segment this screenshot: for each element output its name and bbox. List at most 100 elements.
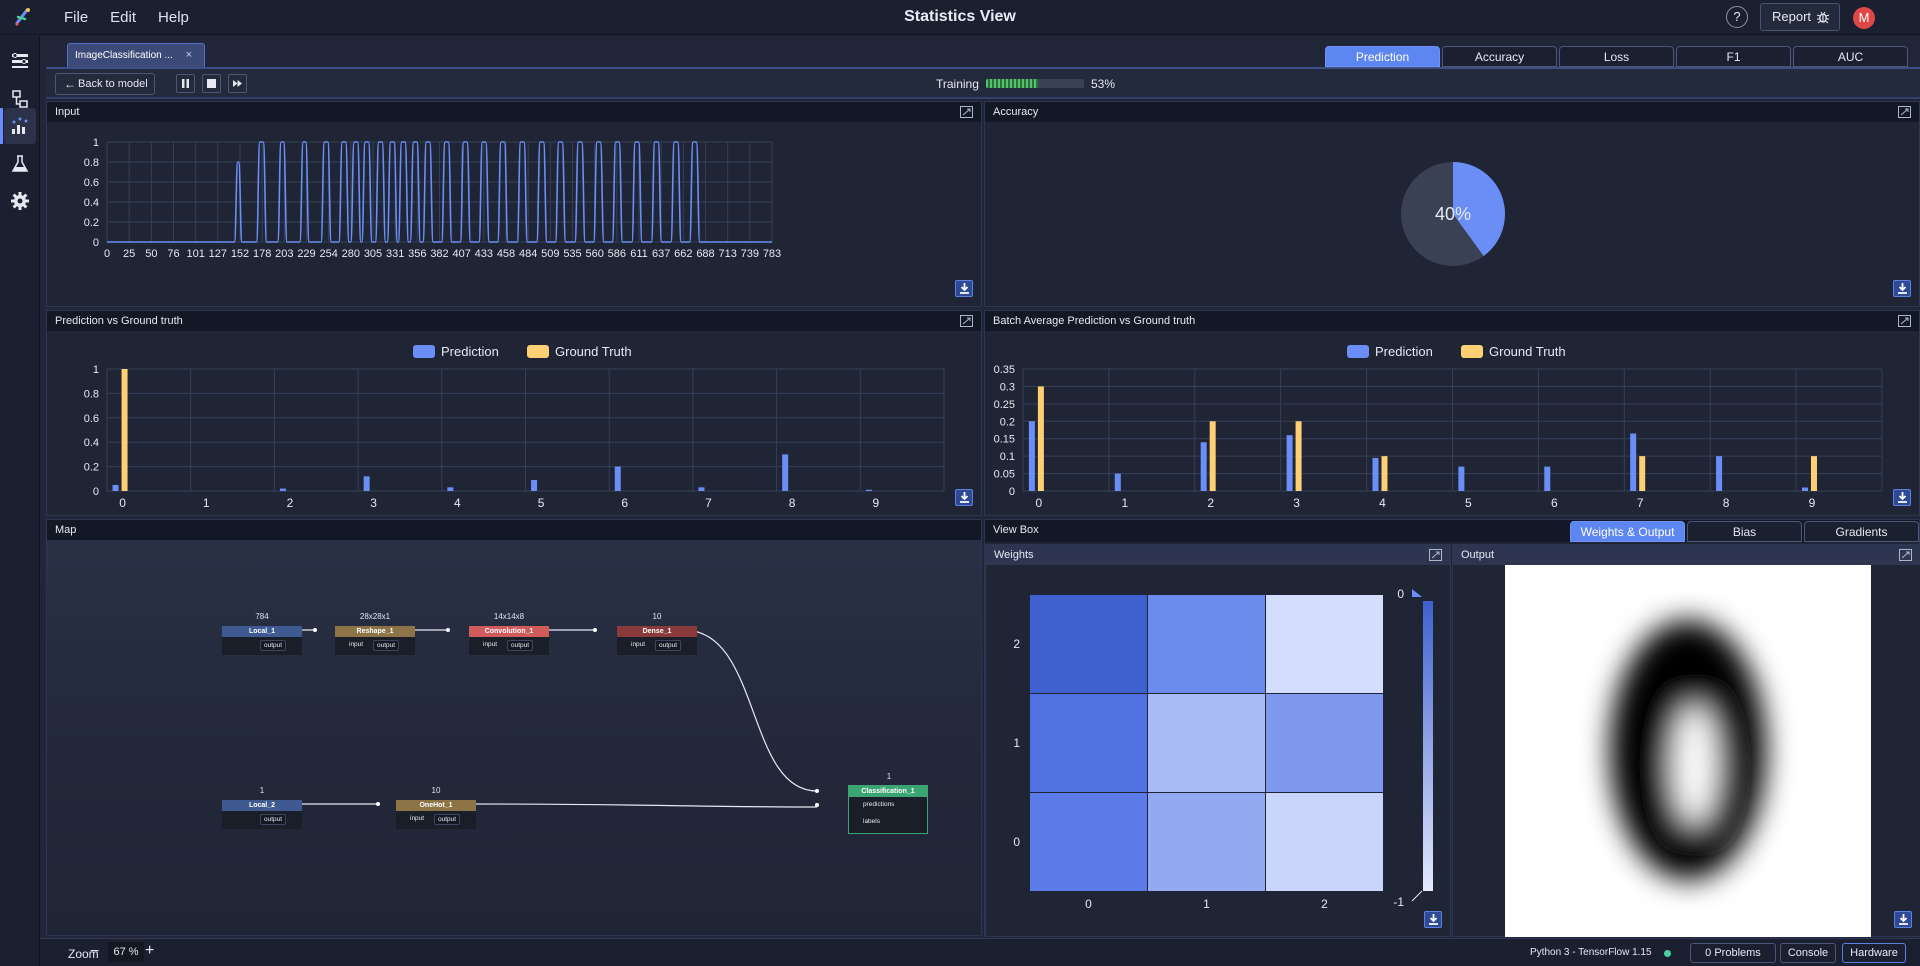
node-classification-1[interactable]: 1 Classification_1 predictions labels bbox=[848, 772, 928, 834]
pause-button[interactable] bbox=[176, 74, 195, 93]
model-graph-icon bbox=[12, 90, 28, 108]
port-predictions[interactable]: predictions bbox=[863, 801, 894, 808]
tab-accuracy[interactable]: Accuracy bbox=[1442, 46, 1557, 67]
zoom-in-button[interactable]: + bbox=[145, 942, 154, 960]
sidebar-item-settings[interactable] bbox=[4, 183, 36, 219]
panel-title-output: Output bbox=[1453, 545, 1920, 565]
sidebar-item-layers[interactable] bbox=[4, 43, 36, 79]
node-convolution-1[interactable]: 14x14x8 Convolution_1 input output bbox=[469, 612, 549, 655]
prediction-vs-ground-truth-panel: Prediction vs Ground truth 0 0.2 0.4 0.6 0.8… bbox=[46, 310, 982, 516]
y-tick-label: 0.05 bbox=[994, 469, 1015, 481]
tab-gradients[interactable]: Gradients bbox=[1804, 521, 1919, 542]
skip-button[interactable] bbox=[228, 74, 247, 93]
node-title: Local_2 bbox=[222, 800, 302, 811]
tab-image-classification[interactable]: ImageClassification ... × bbox=[67, 43, 205, 67]
help-button[interactable]: ? bbox=[1726, 6, 1748, 28]
back-to-model-button[interactable]: ← Back to model bbox=[55, 73, 155, 95]
port-input[interactable]: input bbox=[410, 815, 424, 822]
sidebar-item-test[interactable] bbox=[4, 146, 36, 182]
node-local-1[interactable]: 784 Local_1 output bbox=[222, 612, 302, 655]
tab-prediction[interactable]: Prediction bbox=[1325, 46, 1440, 67]
zoom-out-button[interactable]: − bbox=[90, 943, 99, 961]
bar-ground-truth bbox=[121, 369, 128, 491]
port-output[interactable]: output bbox=[507, 640, 534, 651]
download-button[interactable] bbox=[955, 280, 973, 297]
menu-help[interactable]: Help bbox=[158, 9, 189, 26]
heatmap-cell bbox=[1266, 595, 1383, 693]
port-output[interactable]: output bbox=[655, 640, 682, 651]
x-tick-label: 8 bbox=[789, 496, 796, 510]
port-labels[interactable]: labels bbox=[863, 818, 880, 825]
port-input[interactable]: input bbox=[631, 641, 645, 648]
tab-loss[interactable]: Loss bbox=[1559, 46, 1674, 67]
expand-icon[interactable] bbox=[960, 106, 973, 118]
bar-prediction bbox=[1286, 435, 1293, 491]
legend-swatch bbox=[413, 345, 435, 358]
node-reshape-1[interactable]: 28x28x1 Reshape_1 input output bbox=[335, 612, 415, 655]
input-panel: Input 0 25 50 76 101 127 152 178 203 229 254 280 305… bbox=[46, 101, 982, 307]
heatmap-cell bbox=[1266, 793, 1383, 891]
download-icon bbox=[1899, 914, 1908, 925]
menu-file[interactable]: File bbox=[64, 9, 88, 26]
bar-ground-truth bbox=[1209, 421, 1216, 491]
panel-title-accuracy: Accuracy bbox=[985, 102, 1919, 122]
y-tick-label: 0.2 bbox=[84, 462, 99, 474]
x-tick-label: 6 bbox=[621, 496, 628, 510]
close-icon[interactable]: × bbox=[186, 49, 192, 61]
tab-auc[interactable]: AUC bbox=[1793, 46, 1908, 67]
expand-icon[interactable] bbox=[1898, 106, 1911, 118]
node-dense-1[interactable]: 10 Dense_1 input output bbox=[617, 612, 697, 655]
x-tick-label: 4 bbox=[454, 496, 461, 510]
x-tick-label: 178 bbox=[253, 248, 271, 260]
node-dim: 28x28x1 bbox=[359, 612, 391, 621]
hardware-button[interactable]: Hardware bbox=[1842, 943, 1906, 963]
download-button[interactable] bbox=[1424, 911, 1442, 928]
link-onehot1-class1 bbox=[465, 803, 818, 808]
port-input[interactable]: input bbox=[349, 641, 363, 648]
download-button[interactable] bbox=[1893, 489, 1911, 506]
expand-icon[interactable] bbox=[960, 315, 973, 327]
sidebar-active-indicator bbox=[0, 108, 3, 144]
x-tick-label: 3 bbox=[370, 496, 377, 510]
avatar[interactable]: M bbox=[1853, 7, 1875, 29]
x-tick-label: 254 bbox=[319, 248, 337, 260]
expand-icon[interactable] bbox=[1429, 549, 1442, 561]
x-tick-label: 2 bbox=[1321, 897, 1328, 911]
tab-f1[interactable]: F1 bbox=[1676, 46, 1791, 67]
sidebar-item-statistics[interactable] bbox=[4, 108, 36, 144]
tab-weights-output[interactable]: Weights & Output bbox=[1570, 521, 1685, 542]
x-tick-label: 688 bbox=[696, 248, 714, 260]
expand-icon[interactable] bbox=[1899, 549, 1912, 561]
port-output[interactable]: output bbox=[260, 814, 287, 825]
download-button[interactable] bbox=[1894, 911, 1912, 928]
menu-edit[interactable]: Edit bbox=[110, 9, 136, 26]
training-progress-fill bbox=[986, 79, 1038, 88]
report-button[interactable]: Report bbox=[1760, 3, 1840, 31]
x-tick-label: 586 bbox=[608, 248, 626, 260]
download-button[interactable] bbox=[1893, 280, 1911, 297]
stop-button[interactable] bbox=[202, 74, 221, 93]
bar-prediction bbox=[531, 480, 538, 491]
zoom-value[interactable]: 67 % bbox=[108, 942, 144, 962]
port-output[interactable]: output bbox=[434, 814, 461, 825]
port-input[interactable]: input bbox=[483, 641, 497, 648]
map-connections bbox=[267, 628, 819, 808]
expand-icon[interactable] bbox=[1898, 315, 1911, 327]
tab-bias[interactable]: Bias bbox=[1687, 521, 1802, 542]
console-button[interactable]: Console bbox=[1780, 943, 1836, 963]
port-output[interactable]: output bbox=[260, 640, 287, 651]
node-local-2[interactable]: 1 Local_2 output bbox=[222, 786, 302, 829]
training-percent: 53% bbox=[1091, 77, 1116, 91]
node-onehot-1[interactable]: 10 OneHot_1 input output bbox=[396, 786, 476, 829]
app-logo-icon[interactable] bbox=[12, 6, 34, 28]
y-tick-label: 0.3 bbox=[1000, 381, 1015, 393]
bug-icon bbox=[1816, 11, 1830, 24]
download-button[interactable] bbox=[955, 489, 973, 506]
scale-min-label: -1 bbox=[1393, 895, 1404, 909]
toolbar: ← Back to model Training 53% bbox=[46, 69, 1920, 99]
problems-button[interactable]: 0 Problems bbox=[1690, 943, 1776, 963]
x-tick-label: 739 bbox=[741, 248, 759, 260]
port-output[interactable]: output bbox=[373, 640, 400, 651]
x-tick-label: 0 bbox=[1085, 897, 1092, 911]
y-tick-label: 0 bbox=[93, 486, 99, 498]
